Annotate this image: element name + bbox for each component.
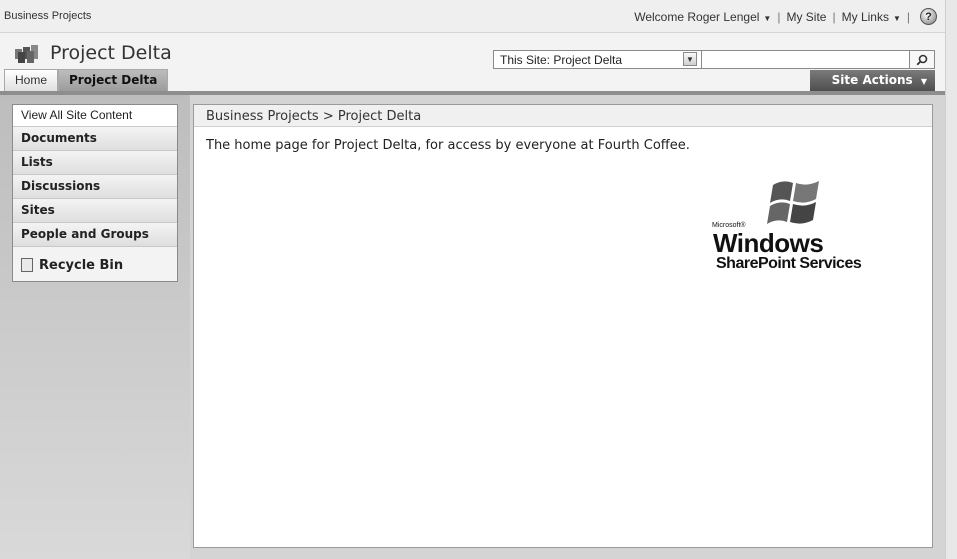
tab-project-delta[interactable]: Project Delta: [58, 69, 169, 91]
site-description: The home page for Project Delta, for acc…: [206, 138, 690, 153]
quick-launch: View All Site Content Documents Lists Di…: [12, 104, 178, 282]
site-actions-label[interactable]: Site Actions: [832, 73, 913, 87]
separator: |: [906, 9, 910, 24]
recycle-bin-link[interactable]: Recycle Bin: [13, 247, 177, 281]
quick-launch-sites[interactable]: Sites: [13, 199, 177, 223]
quick-launch-discussions[interactable]: Discussions: [13, 175, 177, 199]
my-links-dropdown-icon[interactable]: ▼: [893, 14, 901, 23]
recycle-bin-icon: [21, 258, 33, 272]
view-all-site-content-link[interactable]: View All Site Content: [13, 105, 177, 127]
site-logo-icon: [15, 45, 38, 63]
recycle-bin-label[interactable]: Recycle Bin: [39, 258, 123, 273]
search-icon: [916, 54, 928, 65]
search-button[interactable]: [909, 50, 935, 69]
site-actions-menu[interactable]: Site Actions ▼: [810, 70, 935, 91]
my-links-menu[interactable]: My Links ▼: [842, 10, 901, 24]
site-title[interactable]: Project Delta: [50, 42, 172, 64]
welcome-dropdown-icon[interactable]: ▼: [763, 14, 771, 23]
breadcrumb[interactable]: Business Projects > Project Delta: [194, 105, 932, 127]
main-content: Business Projects > Project Delta The ho…: [193, 104, 933, 548]
my-links-label[interactable]: My Links: [842, 10, 889, 24]
windows-flag-icon: [767, 181, 819, 224]
search-input[interactable]: [701, 50, 910, 69]
my-site-link[interactable]: My Site: [786, 10, 826, 24]
top-navigation-tabs: Home Project Delta: [4, 69, 169, 91]
user-links: Welcome Roger Lengel ▼ | My Site | My Lin…: [634, 8, 937, 25]
welcome-menu[interactable]: Welcome Roger Lengel ▼: [634, 10, 771, 24]
separator: |: [832, 9, 836, 24]
chevron-down-icon[interactable]: ▼: [921, 77, 927, 86]
site-collection-link[interactable]: Business Projects: [4, 10, 91, 22]
separator: |: [777, 9, 781, 24]
search-scope-select[interactable]: This Site: Project Delta ▼: [493, 50, 702, 69]
quick-launch-documents[interactable]: Documents: [13, 127, 177, 151]
dropdown-arrow-icon[interactable]: ▼: [683, 52, 697, 66]
tab-home[interactable]: Home: [4, 69, 59, 91]
quick-launch-people-and-groups[interactable]: People and Groups: [13, 223, 177, 247]
global-navigation-bar: Business Projects Welcome Roger Lengel ▼ …: [0, 0, 945, 33]
help-icon[interactable]: ?: [920, 8, 937, 25]
sharepoint-services-wordmark: SharePoint Services: [716, 255, 862, 272]
search-scope-value: This Site: Project Delta: [500, 53, 623, 67]
quick-launch-lists[interactable]: Lists: [13, 151, 177, 175]
welcome-label[interactable]: Welcome Roger Lengel: [634, 10, 759, 24]
windows-sharepoint-services-logo: Microsoft® Windows SharePoint Services: [710, 175, 890, 275]
vertical-scrollbar[interactable]: [945, 0, 957, 559]
